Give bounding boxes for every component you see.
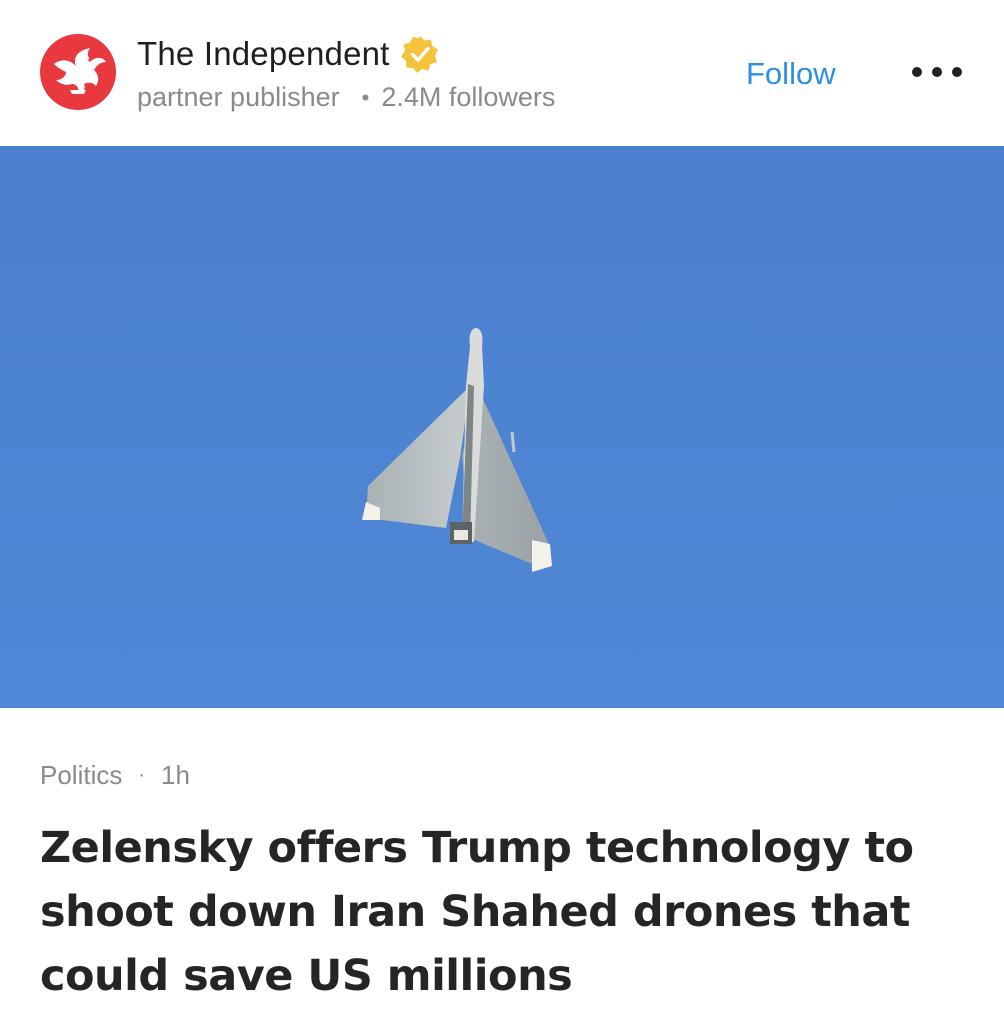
- more-options-icon[interactable]: [912, 62, 962, 82]
- eagle-logo-icon[interactable]: [40, 34, 116, 110]
- article-time: 1h: [161, 760, 190, 790]
- article-category[interactable]: Politics: [40, 760, 122, 791]
- article-card[interactable]: Politics · 1h Zelensky offers Trump tech…: [0, 708, 1004, 1024]
- verified-badge-icon: [400, 36, 438, 73]
- follower-count: 2.4M followers: [381, 82, 556, 112]
- more-dot: [912, 67, 922, 77]
- more-dot: [932, 67, 942, 77]
- publisher-meta: partner publisher • 2.4M followers: [137, 82, 555, 113]
- publisher-name[interactable]: The Independent: [137, 35, 390, 73]
- follow-button[interactable]: Follow: [746, 56, 836, 92]
- publisher-header: The Independent partner publisher • 2.4M…: [0, 0, 1004, 145]
- meta-dot-separator: •: [361, 84, 370, 110]
- article-image[interactable]: [0, 146, 1004, 708]
- drone-in-sky-image: [362, 328, 552, 572]
- article-headline[interactable]: Zelensky offers Trump technology to shoo…: [40, 816, 960, 1008]
- meta-separator: ·: [138, 764, 146, 786]
- article-meta: Politics · 1h: [40, 760, 190, 791]
- publisher-type: partner publisher: [137, 82, 340, 112]
- more-dot: [952, 67, 962, 77]
- publisher-name-row: The Independent: [137, 34, 440, 74]
